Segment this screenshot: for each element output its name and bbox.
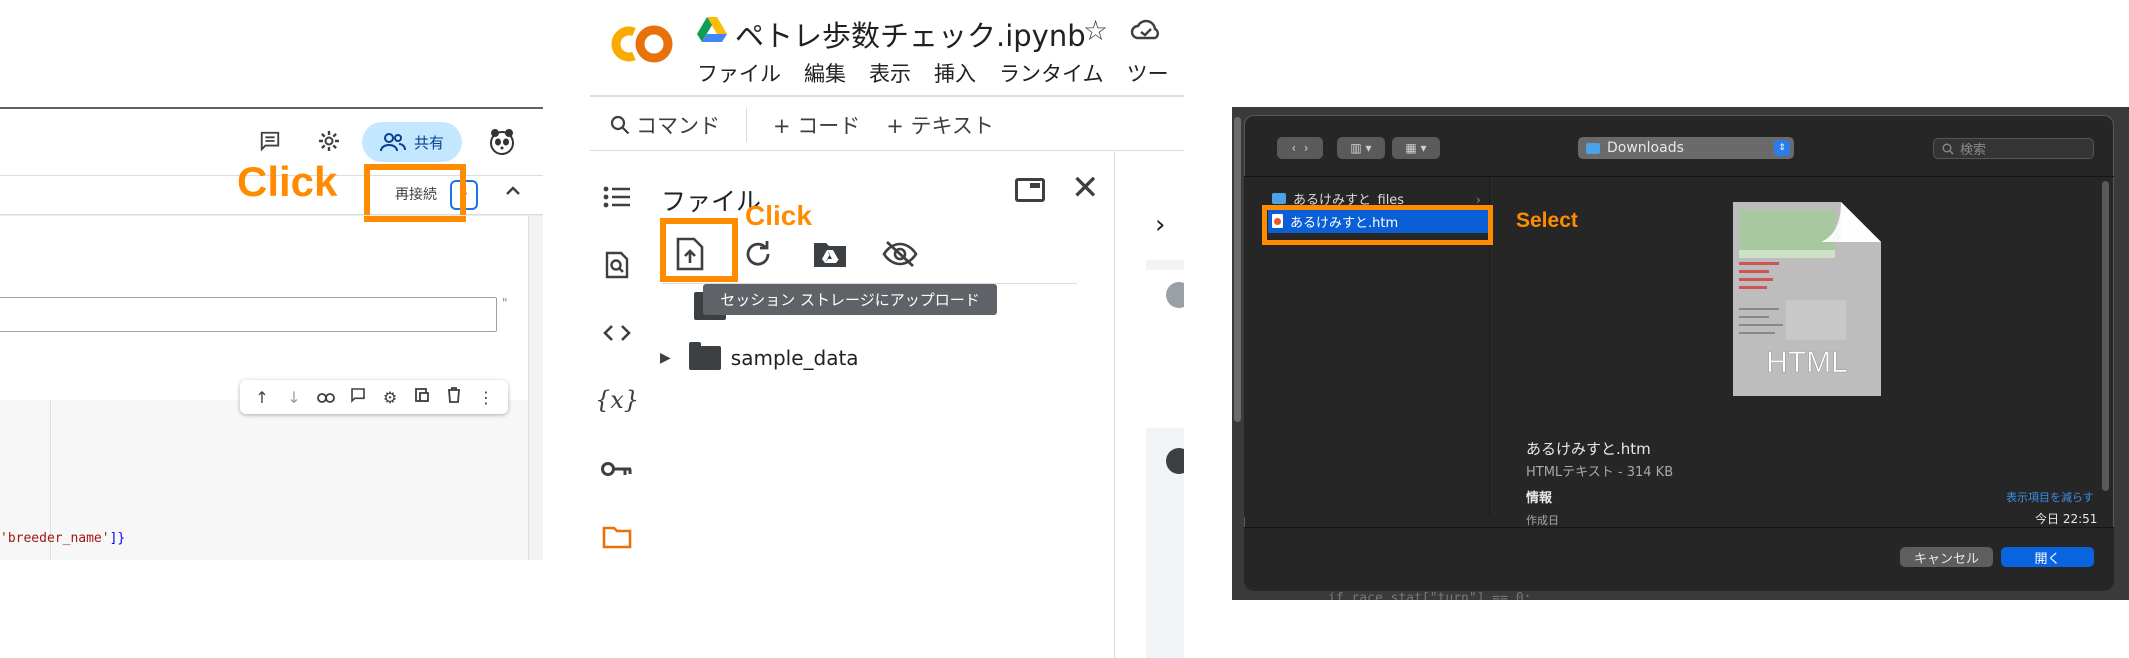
- text-cell-input[interactable]: [0, 297, 497, 332]
- divider: [0, 107, 543, 109]
- comment-icon[interactable]: [257, 128, 283, 154]
- find-icon[interactable]: [600, 248, 634, 282]
- view-columns-icon[interactable]: ▥ ▾: [1337, 137, 1385, 159]
- cell-toolbar: ↑ ↓ ⚙ ⋮: [240, 380, 508, 414]
- arrow-down-icon[interactable]: ↓: [283, 388, 305, 407]
- star-icon[interactable]: ☆: [1083, 14, 1108, 47]
- open-in-window-icon[interactable]: [1015, 178, 1045, 202]
- code-snippets-icon[interactable]: [600, 316, 634, 350]
- colab-header-panel: 共有 Click 再接続 ▾ " ↑ ↓ ⚙ ⋮ 'breeder_name']…: [0, 0, 543, 560]
- arrow-up-icon[interactable]: ↑: [251, 388, 273, 407]
- command-label: コマンド: [636, 114, 720, 138]
- mirror-icon[interactable]: [411, 387, 433, 407]
- chevron-up-icon[interactable]: [505, 180, 521, 201]
- notebook-title[interactable]: ペトレ歩数チェック.ipynb: [735, 13, 1086, 55]
- gear-icon[interactable]: ⚙: [379, 388, 401, 407]
- chevron-right-icon[interactable]: ›: [1155, 210, 1165, 240]
- link-icon[interactable]: [315, 388, 337, 407]
- delete-icon[interactable]: [443, 387, 465, 407]
- command-button[interactable]: コマンド: [610, 110, 720, 140]
- colab-logo: [611, 25, 673, 63]
- html-file-thumbnail: HTML: [1733, 202, 1881, 396]
- divider: [0, 215, 543, 216]
- upload-highlight-box: [660, 218, 738, 282]
- location-label: Downloads: [1607, 140, 1684, 156]
- cancel-button[interactable]: キャンセル: [1900, 547, 1993, 567]
- folder-icon[interactable]: [600, 520, 634, 554]
- gear-icon[interactable]: [316, 128, 342, 154]
- more-icon[interactable]: ⋮: [475, 388, 497, 407]
- google-drive-icon: [697, 17, 727, 42]
- menu-view[interactable]: 表示: [869, 58, 911, 88]
- thumbnail-label: HTML: [1766, 346, 1848, 379]
- hide-icon[interactable]: [880, 236, 920, 272]
- menu-insert[interactable]: 挿入: [934, 58, 976, 88]
- share-label: 共有: [413, 133, 444, 152]
- close-icon[interactable]: ✕: [1071, 168, 1100, 208]
- tree-item-sample-data[interactable]: ▶ sample_data: [660, 342, 859, 370]
- menu-bar: ファイル 編集 表示 挿入 ランタイム ツー: [697, 58, 1169, 88]
- menu-runtime[interactable]: ランタイム: [999, 58, 1104, 88]
- scrollbar[interactable]: [1234, 117, 1241, 422]
- open-button[interactable]: 開く: [2001, 547, 2094, 567]
- view-grid-icon[interactable]: ▦ ▾: [1392, 137, 1440, 159]
- divider: [1114, 151, 1115, 658]
- menu-file[interactable]: ファイル: [697, 58, 781, 88]
- refresh-icon[interactable]: [738, 236, 778, 272]
- scrollbar[interactable]: [528, 216, 543, 560]
- show-less-link[interactable]: 表示項目を減らす: [2006, 489, 2094, 505]
- menu-edit[interactable]: 編集: [804, 58, 846, 88]
- colab-files-panel: ペトレ歩数チェック.ipynb ☆ ファイル 編集 表示 挿入 ランタイム ツー…: [590, 0, 1184, 658]
- folder-icon: [688, 342, 721, 370]
- preview-file-type: HTMLテキスト - 314 KB: [1526, 465, 1674, 480]
- avatar-icon[interactable]: [486, 126, 518, 158]
- preview-info-heading: 情報: [1526, 491, 1553, 506]
- mount-drive-icon[interactable]: [810, 236, 850, 272]
- share-button[interactable]: 共有: [362, 122, 462, 162]
- toc-icon[interactable]: [600, 180, 634, 214]
- add-code-button[interactable]: + コード: [773, 110, 860, 140]
- code-string: 'breeder_name': [0, 531, 110, 546]
- file-open-dialog: ‹ › ▥ ▾ ▦ ▾ Downloads ⇕ 検索 あるけみすと_files …: [1232, 107, 2129, 600]
- folder-icon: [1272, 192, 1286, 204]
- up-down-icon: ⇕: [1774, 140, 1790, 156]
- back-forward-buttons[interactable]: ‹ ›: [1277, 137, 1323, 159]
- upload-tooltip: セッション ストレージにアップロード: [703, 284, 997, 315]
- key-icon[interactable]: [600, 452, 634, 486]
- code-line: 'breeder_name']}: [0, 531, 125, 546]
- search-icon: [610, 115, 630, 135]
- scrollbar[interactable]: [2102, 181, 2109, 491]
- divider: [590, 95, 1184, 97]
- click-annotation: Click: [237, 158, 338, 205]
- cloud-check-icon[interactable]: [1130, 16, 1162, 44]
- variables-icon[interactable]: {𝑥}: [595, 383, 639, 417]
- background-code: if race_stat["turn"] == 0:: [1328, 591, 1532, 600]
- search-placeholder: 検索: [1960, 143, 1987, 158]
- reconnect-highlight-box: [364, 164, 466, 222]
- tree-item-label: sample_data: [730, 346, 859, 370]
- resize-mark: ": [502, 296, 508, 310]
- search-field[interactable]: 検索: [1933, 138, 2094, 159]
- expand-arrow-icon[interactable]: ▶: [660, 350, 671, 366]
- folder-icon: [1586, 142, 1600, 154]
- search-icon: [1942, 143, 1954, 154]
- code-bracket: ]}: [109, 531, 126, 546]
- select-highlight-box: [1262, 205, 1493, 245]
- divider: [590, 150, 1184, 151]
- people-icon: [379, 133, 406, 152]
- location-select[interactable]: Downloads ⇕: [1578, 137, 1794, 159]
- divider: [746, 108, 747, 142]
- preview-file-name: あるけみすと.htm: [1526, 440, 1651, 458]
- add-text-button[interactable]: + テキスト: [886, 110, 994, 140]
- created-label: 作成日: [1526, 514, 1559, 527]
- select-annotation: Select: [1516, 209, 1578, 232]
- created-value: 今日 22:51: [2035, 512, 2098, 526]
- click-annotation: Click: [745, 200, 812, 231]
- comment-icon[interactable]: [347, 387, 369, 407]
- menu-tools[interactable]: ツー: [1127, 58, 1169, 88]
- notebook-toolbar: コマンド + コード + テキスト: [610, 108, 994, 142]
